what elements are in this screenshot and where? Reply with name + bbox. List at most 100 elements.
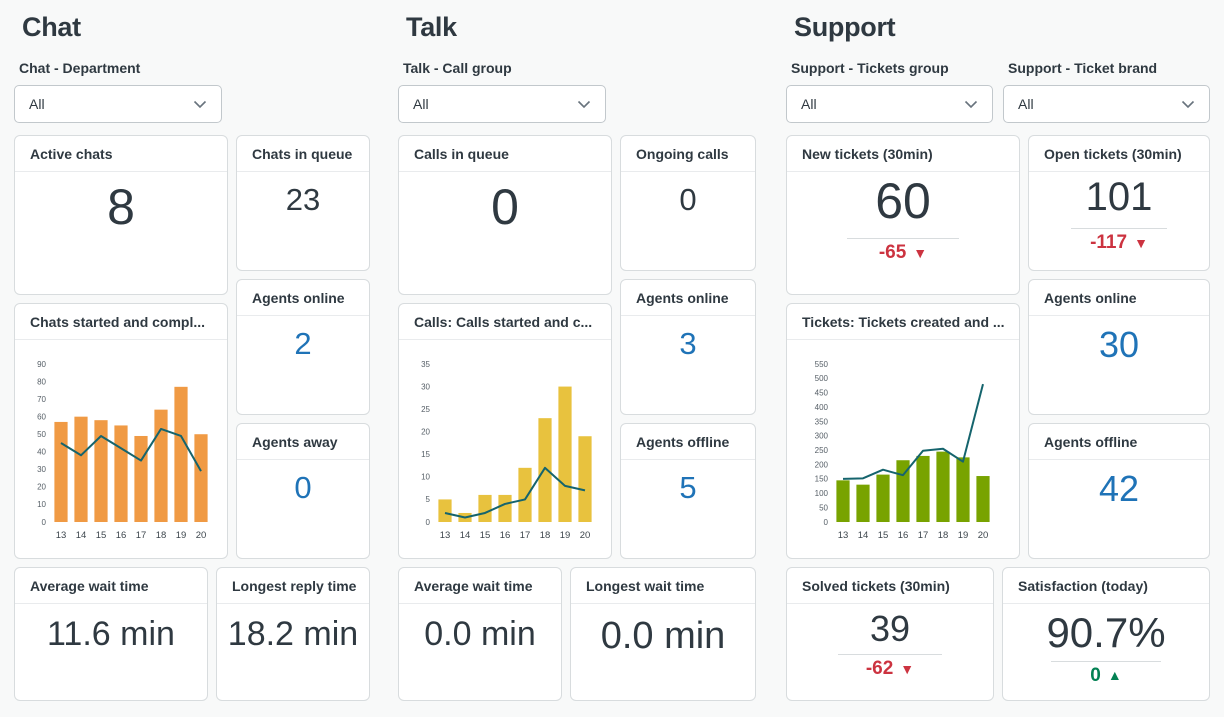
card-value: 11.6 min xyxy=(47,615,175,653)
select-value: All xyxy=(29,96,45,112)
card-title: Agents online xyxy=(621,280,755,316)
talk-call-group-select[interactable]: All xyxy=(398,85,606,123)
card-title: New tickets (30min) xyxy=(787,136,1019,172)
svg-text:16: 16 xyxy=(116,530,127,541)
talk-bottom-row: Average wait time 0.0 min Longest wait t… xyxy=(398,567,756,701)
svg-text:10: 10 xyxy=(421,473,430,482)
support-ticket-brand-filter: Support - Ticket brand All xyxy=(1003,60,1210,123)
svg-text:400: 400 xyxy=(815,403,829,412)
svg-text:13: 13 xyxy=(56,530,67,541)
delta-value: -117 xyxy=(1090,232,1128,254)
triangle-down-icon: ▼ xyxy=(913,244,928,261)
card-title: Average wait time xyxy=(399,568,561,604)
card-value: 101 xyxy=(1085,175,1153,219)
support-right-stack: Open tickets (30min) 101 -117 ▼ Agents o… xyxy=(1028,135,1210,559)
svg-text:80: 80 xyxy=(37,377,46,386)
svg-text:14: 14 xyxy=(858,530,869,541)
calls-in-queue-card: Calls in queue 0 xyxy=(398,135,612,295)
card-value: 0.0 min xyxy=(424,615,536,653)
svg-text:150: 150 xyxy=(815,475,829,484)
talk-filter-row: Talk - Call group All xyxy=(398,60,756,123)
filter-label: Support - Tickets group xyxy=(791,60,949,76)
svg-text:15: 15 xyxy=(96,530,107,541)
card-title: Calls in queue xyxy=(399,136,611,172)
section-title-chat: Chat xyxy=(22,12,81,42)
support-bottom-row: Solved tickets (30min) 39 -62 ▼ Satisfac… xyxy=(786,567,1210,701)
card-title: Agents offline xyxy=(1029,424,1209,460)
card-title: Agents online xyxy=(237,280,369,316)
svg-text:100: 100 xyxy=(815,489,829,498)
talk-agents-online-card: Agents online 3 xyxy=(620,279,756,415)
svg-text:50: 50 xyxy=(37,430,46,439)
chats-started-completed-chart: 0 10 20 30 40 50 60 70 80 90 13 14 15 16 17 18 19 20 xyxy=(37,360,208,541)
support-agents-online-card: Agents online 30 xyxy=(1028,279,1210,415)
svg-text:0: 0 xyxy=(426,518,431,527)
support-tickets-group-select[interactable]: All xyxy=(786,85,993,123)
svg-text:14: 14 xyxy=(460,530,471,541)
card-value: 2 xyxy=(294,326,312,361)
svg-text:20: 20 xyxy=(580,530,591,541)
svg-text:20: 20 xyxy=(37,483,46,492)
svg-text:19: 19 xyxy=(958,530,969,541)
svg-text:14: 14 xyxy=(76,530,87,541)
filter-label: Talk - Call group xyxy=(403,60,512,76)
talk-average-wait-card: Average wait time 0.0 min xyxy=(398,567,562,701)
solved-tickets-card: Solved tickets (30min) 39 -62 ▼ xyxy=(786,567,994,701)
chat-card-grid: Active chats 8 Chats started and compl..… xyxy=(14,135,370,559)
section-title-talk: Talk xyxy=(406,12,457,42)
svg-text:550: 550 xyxy=(815,360,829,369)
support-left-stack: New tickets (30min) 60 -65 ▼ Tickets: Ti… xyxy=(786,135,1020,559)
support-filter-row: Support - Tickets group All Support - Ti… xyxy=(786,60,1210,123)
chat-agents-away-card: Agents away 0 xyxy=(236,423,370,559)
talk-chart-card: Calls: Calls started and c... 0 5 10 15 20 25… xyxy=(398,303,612,559)
support-card-grid: New tickets (30min) 60 -65 ▼ Tickets: Ti… xyxy=(786,135,1210,559)
delta-divider xyxy=(1051,660,1161,662)
chat-filter-row: Chat - Department All xyxy=(14,60,370,123)
svg-text:30: 30 xyxy=(37,465,46,474)
delta-divider xyxy=(847,238,959,239)
chat-left-stack: Active chats 8 Chats started and compl..… xyxy=(14,135,228,559)
delta-indicator: -117 ▼ xyxy=(1090,233,1148,252)
card-value: 18.2 min xyxy=(227,615,359,653)
svg-text:350: 350 xyxy=(815,417,829,426)
svg-text:5: 5 xyxy=(426,495,431,504)
svg-text:300: 300 xyxy=(815,432,829,441)
chat-department-select[interactable]: All xyxy=(14,85,222,123)
triangle-down-icon: ▼ xyxy=(1134,234,1148,251)
card-title: Agents away xyxy=(237,424,369,460)
svg-text:90: 90 xyxy=(37,360,46,369)
talk-left-stack: Calls in queue 0 Calls: Calls started an… xyxy=(398,135,612,559)
card-value: 39 xyxy=(869,608,911,649)
svg-text:15: 15 xyxy=(878,530,889,541)
svg-text:18: 18 xyxy=(938,530,949,541)
svg-text:17: 17 xyxy=(136,530,147,541)
svg-text:0: 0 xyxy=(824,518,829,527)
delta-divider xyxy=(838,654,942,656)
chat-longest-reply-card: Longest reply time 18.2 min xyxy=(216,567,370,701)
calls-started-completed-chart: 0 5 10 15 20 25 30 35 13 14 15 16 17 18 19 20 xyxy=(421,360,592,541)
select-value: All xyxy=(413,96,429,112)
svg-text:500: 500 xyxy=(815,374,829,383)
svg-text:20: 20 xyxy=(421,428,430,437)
card-value: 0 xyxy=(491,179,519,235)
card-title: Chats started and compl... xyxy=(15,304,227,340)
card-title: Active chats xyxy=(15,136,227,172)
open-tickets-card: Open tickets (30min) 101 -117 ▼ xyxy=(1028,135,1210,271)
support-tickets-group-filter: Support - Tickets group All xyxy=(786,60,993,123)
svg-text:10: 10 xyxy=(37,500,46,509)
svg-text:18: 18 xyxy=(156,530,167,541)
support-agents-offline-card: Agents offline 42 xyxy=(1028,423,1210,559)
filter-label: Chat - Department xyxy=(19,60,141,76)
chevron-down-icon xyxy=(1181,100,1195,108)
filter-label: Support - Ticket brand xyxy=(1008,60,1158,76)
svg-text:17: 17 xyxy=(918,530,929,541)
delta-value: -62 xyxy=(865,658,894,680)
chat-average-wait-card: Average wait time 11.6 min xyxy=(14,567,208,701)
svg-text:40: 40 xyxy=(37,448,46,457)
card-value: 0 xyxy=(294,470,312,505)
card-title: Chats in queue xyxy=(237,136,369,172)
card-title: Average wait time xyxy=(15,568,207,604)
chevron-down-icon xyxy=(964,100,978,108)
talk-agents-offline-card: Agents offline 5 xyxy=(620,423,756,559)
support-ticket-brand-select[interactable]: All xyxy=(1003,85,1210,123)
